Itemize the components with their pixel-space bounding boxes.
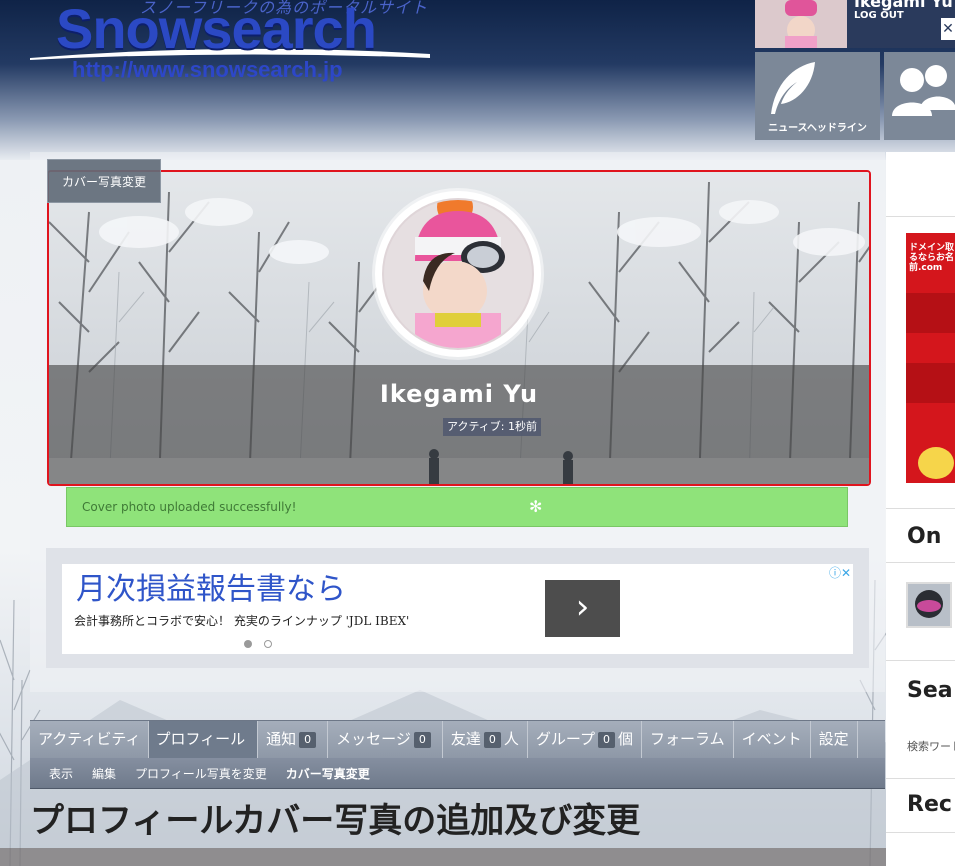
- tab-friends[interactable]: 友達 0 人: [443, 721, 528, 758]
- subnav-change-avatar[interactable]: プロフィール写真を変更: [135, 765, 267, 782]
- tab-groups[interactable]: グループ 0 個: [528, 721, 643, 758]
- people-icon: [892, 65, 955, 116]
- ad-body[interactable]: 会計事務所とコラボで安心！ 充実のラインナップ 'JDL IBEX': [74, 612, 409, 629]
- user-avatar[interactable]: [755, 0, 847, 48]
- subnav-change-cover[interactable]: カバー写真変更: [286, 765, 370, 782]
- tab-activity[interactable]: アクティビティ: [30, 721, 150, 758]
- ad-title[interactable]: 月次損益報告書なら: [76, 564, 346, 608]
- snowflake-icon: ✻: [529, 497, 543, 516]
- profile-name: Ikegami Yu: [379, 380, 539, 408]
- sidebar-divider: [886, 660, 955, 661]
- profile-avatar[interactable]: [375, 191, 541, 357]
- messages-count: 0: [413, 731, 431, 748]
- user-box: Ikegami Yu LOG OUT ✕: [755, 0, 955, 48]
- logout-arrow-icon[interactable]: ✕: [941, 18, 955, 40]
- page-title: プロフィールカバー写真の追加及び変更: [30, 801, 641, 841]
- sidebar-divider: [886, 778, 955, 779]
- news-headline-label: ニュースヘッドライン: [768, 123, 867, 134]
- sidebar-heading-search: Sea: [907, 678, 953, 703]
- tab-events[interactable]: イベント: [734, 721, 811, 758]
- tab-profile[interactable]: プロフィール: [149, 721, 259, 758]
- notifications-count: 0: [299, 731, 317, 748]
- groups-count: 0: [598, 731, 616, 748]
- logo-wordmark: Snowsearch: [56, 0, 377, 60]
- sidebar-ad[interactable]: ドメイン取るならお名前.com: [906, 233, 955, 483]
- sidebar-divider: [886, 832, 955, 833]
- tab-notifications[interactable]: 通知 0: [258, 721, 329, 758]
- tab-forums[interactable]: フォーラム: [642, 721, 734, 758]
- ad-dot[interactable]: [264, 640, 272, 648]
- ad-banner[interactable]: 月次損益報告書なら 会計事務所とコラボで安心！ 充実のラインナップ 'JDL I…: [62, 564, 853, 654]
- profile-subnav: 表示 編集 プロフィール写真を変更 カバー写真変更: [30, 758, 885, 789]
- active-status-badge: アクティブ: 1秒前: [443, 418, 541, 436]
- logo-url: http://www.snowsearch.jp: [72, 57, 343, 82]
- news-headline-tile[interactable]: ニュースヘッドライン: [755, 52, 880, 140]
- feather-icon: [771, 62, 815, 114]
- ad-dot-active[interactable]: [244, 640, 252, 648]
- upload-success-notice: Cover photo uploaded successfully! ✻: [66, 487, 848, 527]
- profile-nav: アクティビティ プロフィール 通知 0 メッセージ 0 友達 0 人 グループ 0 個 フォ…: [30, 720, 885, 758]
- subnav-edit[interactable]: 編集: [92, 765, 116, 782]
- search-label: 検索ワード: [907, 740, 955, 753]
- friends-count: 0: [483, 731, 501, 748]
- site-logo[interactable]: スノーフリークの為のポータルサイト Snowsearch http://www.…: [30, 0, 430, 88]
- sidebar-member-avatar[interactable]: [906, 582, 952, 628]
- people-tile[interactable]: [884, 52, 955, 140]
- sidebar-divider: [886, 508, 955, 509]
- sidebar-heading-recent: Rec: [907, 792, 952, 817]
- sidebar-heading-online: On: [907, 524, 942, 549]
- ad-arrow-button[interactable]: ›: [545, 580, 620, 637]
- change-cover-button[interactable]: カバー写真変更: [47, 159, 161, 203]
- ad-info-icon[interactable]: ⓘ✕: [829, 564, 851, 581]
- notice-text: Cover photo uploaded successfully!: [82, 500, 297, 514]
- sidebar-divider: [886, 216, 955, 217]
- tab-settings[interactable]: 設定: [811, 721, 858, 758]
- subnav-view[interactable]: 表示: [49, 765, 73, 782]
- sidebar-divider: [886, 562, 955, 563]
- logout-link[interactable]: LOG OUT: [854, 10, 904, 21]
- tab-messages[interactable]: メッセージ 0: [328, 721, 443, 758]
